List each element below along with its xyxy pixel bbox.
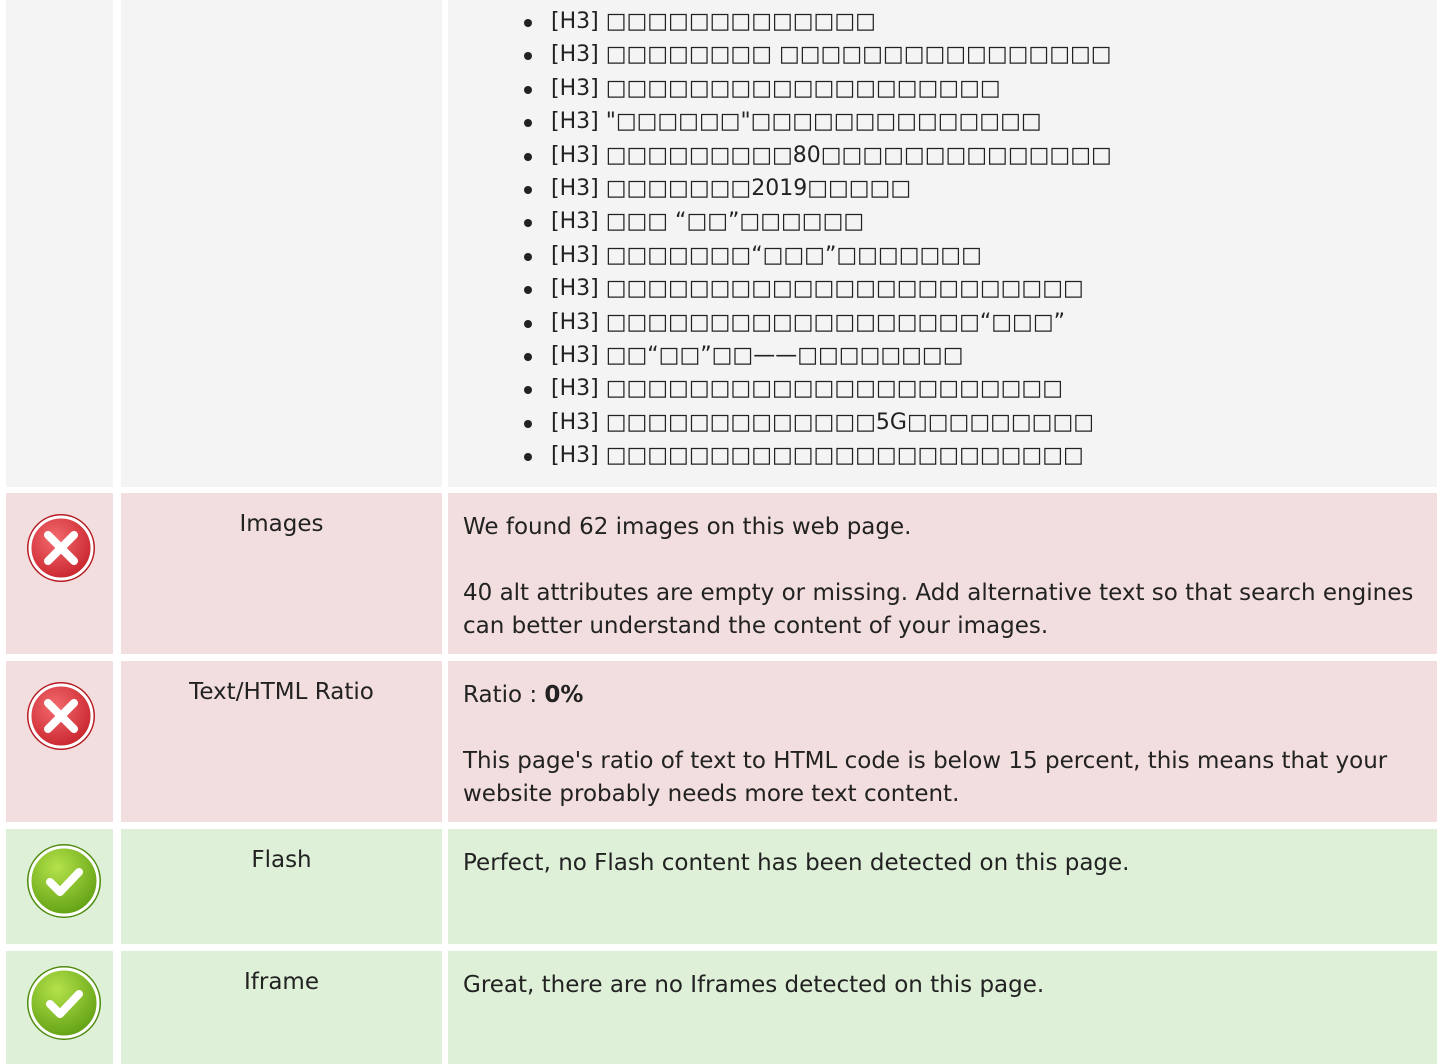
ratio-prefix: Ratio :	[463, 682, 545, 708]
images-found-text: We found 62 images on this web page.	[463, 514, 912, 540]
iframe-check-row: Iframe Great, there are no Iframes detec…	[0, 951, 1446, 1064]
text-html-ratio-check-row: Text/HTML Ratio Ratio : 0% This page's r…	[0, 661, 1446, 822]
flash-check-row: Flash Perfect, no Flash content has been…	[0, 829, 1446, 944]
h3-list-item: [H3] □□“□□”□□——□□□□□□□□	[524, 339, 1421, 372]
headings-label-cell	[121, 0, 442, 487]
images-check-row: Images We found 62 images on this web pa…	[0, 493, 1446, 654]
flash-result-text: Perfect, no Flash content has been detec…	[463, 850, 1130, 876]
h3-list-item: [H3] "□□□□□□"□□□□□□□□□□□□□□	[524, 105, 1421, 138]
h3-list-item: [H3] □□□□□□□□□□□□□	[524, 5, 1421, 38]
images-status-cell	[6, 493, 113, 654]
images-description: We found 62 images on this web page. 40 …	[448, 493, 1437, 654]
iframe-result-text: Great, there are no Iframes detected on …	[463, 972, 1045, 998]
error-x-icon	[24, 679, 98, 753]
h3-list-item: [H3] □□□□□□□□□□□□□□□□□□□□□□□	[524, 439, 1421, 472]
ratio-status-cell	[6, 661, 113, 822]
h3-list-item: [H3] □□□□□□□□□□□□□□□□□□□□□□□	[524, 272, 1421, 305]
iframe-status-cell	[6, 951, 113, 1064]
checkmark-icon	[24, 963, 101, 1040]
flash-label: Flash	[121, 829, 442, 944]
h3-list-item: [H3] □□□□□□□□ □□□□□□□□□□□□□□□□	[524, 38, 1421, 71]
ratio-line: Ratio : 0%	[463, 679, 1421, 712]
checkmark-icon	[24, 841, 101, 918]
headings-row: [H3] □□□□□□□□□□□□□ [H3] □□□□□□□□ □□□□□□□…	[0, 0, 1446, 487]
h3-list-item: [H3] □□□□□□□“□□□”□□□□□□□	[524, 239, 1421, 272]
iframe-description: Great, there are no Iframes detected on …	[448, 951, 1437, 1064]
h3-list-item: [H3] □□□□□□□□□80□□□□□□□□□□□□□□	[524, 139, 1421, 172]
flash-description: Perfect, no Flash content has been detec…	[448, 829, 1437, 944]
error-x-icon	[24, 511, 98, 585]
h3-list-item: [H3] □□□□□□□□□□□□□5G□□□□□□□□□	[524, 406, 1421, 439]
h3-list-item: [H3] □□□□□□□□□□□□□□□□□□“□□□”	[524, 306, 1421, 339]
headings-body-cell: [H3] □□□□□□□□□□□□□ [H3] □□□□□□□□ □□□□□□□…	[448, 0, 1437, 487]
h3-list-item: [H3] □□□ “□□”□□□□□□	[524, 205, 1421, 238]
images-alt-text: 40 alt attributes are empty or missing. …	[463, 580, 1414, 639]
ratio-value: 0%	[544, 682, 584, 708]
h3-list-item: [H3] □□□□□□□□□□□□□□□□□□□□□□	[524, 372, 1421, 405]
h3-heading-list: [H3] □□□□□□□□□□□□□ [H3] □□□□□□□□ □□□□□□□…	[463, 5, 1421, 473]
images-label: Images	[121, 493, 442, 654]
ratio-label: Text/HTML Ratio	[121, 661, 442, 822]
headings-icon-cell	[6, 0, 113, 487]
ratio-description: Ratio : 0% This page's ratio of text to …	[448, 661, 1437, 822]
ratio-explanation: This page's ratio of text to HTML code i…	[463, 748, 1388, 807]
flash-status-cell	[6, 829, 113, 944]
h3-list-item: [H3] □□□□□□□2019□□□□□	[524, 172, 1421, 205]
seo-report-page: [H3] □□□□□□□□□□□□□ [H3] □□□□□□□□ □□□□□□□…	[0, 0, 1446, 1064]
iframe-label: Iframe	[121, 951, 442, 1064]
h3-list-item: [H3] □□□□□□□□□□□□□□□□□□□	[524, 72, 1421, 105]
